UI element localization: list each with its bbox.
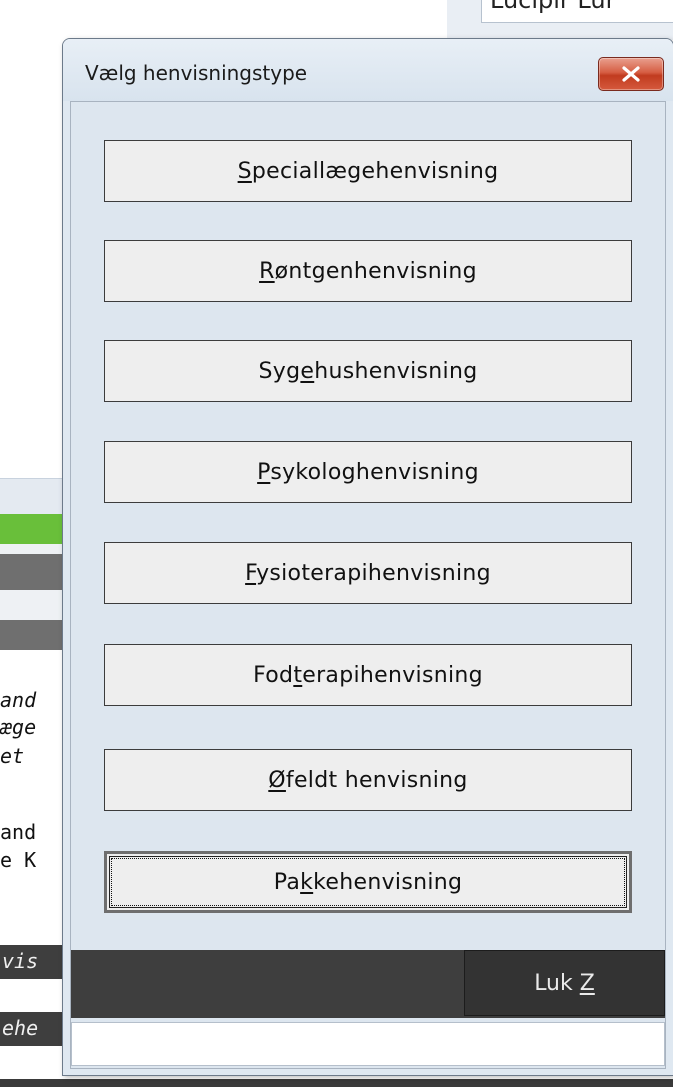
background-text-line: e K [0,848,37,872]
dialog-title: Vælg henvisningstype [85,61,308,85]
background-dark-row[interactable]: vis [0,945,70,979]
background-text-line: and [0,688,37,712]
close-dialog-button[interactable]: Luk Z [464,950,665,1016]
background-text-line: æge [0,715,37,739]
background-gray-row [0,554,70,590]
package-referral-button[interactable]: Pakkehenvisning [104,851,632,913]
background-light-row [0,478,70,515]
background-separator [0,590,70,620]
dialog-titlebar[interactable]: Vælg henvisningstype [63,39,673,101]
background-top-field-text: Lucipir Lur [490,0,616,14]
button-label: Øfeldt henvisning [268,767,468,793]
button-label: Fodterapihenvisning [253,662,483,688]
referral-type-dialog: Vælg henvisningstype Speciallægehenvisni… [62,38,673,1076]
background-left-panel [0,478,70,1087]
button-label: Luk Z [534,970,595,996]
dialog-client-area: Speciallægehenvisning Røntgenhenvisning … [70,101,666,1069]
background-dark-row[interactable]: ehe [0,1012,70,1046]
button-label: Røntgenhenvisning [259,258,477,284]
podiatry-referral-button[interactable]: Fodterapihenvisning [104,644,632,706]
dialog-footer: Luk Z [71,950,665,1018]
hospital-referral-button[interactable]: Sygehushenvisning [104,340,632,402]
background-green-bar [0,514,70,544]
button-label: Psykologhenvisning [257,459,479,485]
button-label: Sygehushenvisning [258,358,478,384]
background-text-line: et [0,744,25,768]
status-field [71,1022,665,1066]
background-gray-row [0,620,70,650]
close-button[interactable] [598,57,664,91]
background-dark-row-text: vis [2,949,39,973]
background-separator [0,544,70,554]
button-label: Fysioterapihenvisning [245,560,491,586]
physiotherapy-referral-button[interactable]: Fysioterapihenvisning [104,542,632,604]
background-bottom-bar [0,1079,673,1087]
specialist-referral-button[interactable]: Speciallægehenvisning [104,140,632,202]
xray-referral-button[interactable]: Røntgenhenvisning [104,240,632,302]
background-dark-row-text: ehe [2,1016,39,1040]
open-referral-button[interactable]: Øfeldt henvisning [104,749,632,811]
background-top-field[interactable]: Lucipir Lur [481,0,673,23]
button-label: Speciallægehenvisning [237,158,499,184]
psychologist-referral-button[interactable]: Psykologhenvisning [104,441,632,503]
background-text-line: and [0,820,37,844]
close-x-icon [620,65,642,83]
button-label: Pakkehenvisning [273,869,463,895]
